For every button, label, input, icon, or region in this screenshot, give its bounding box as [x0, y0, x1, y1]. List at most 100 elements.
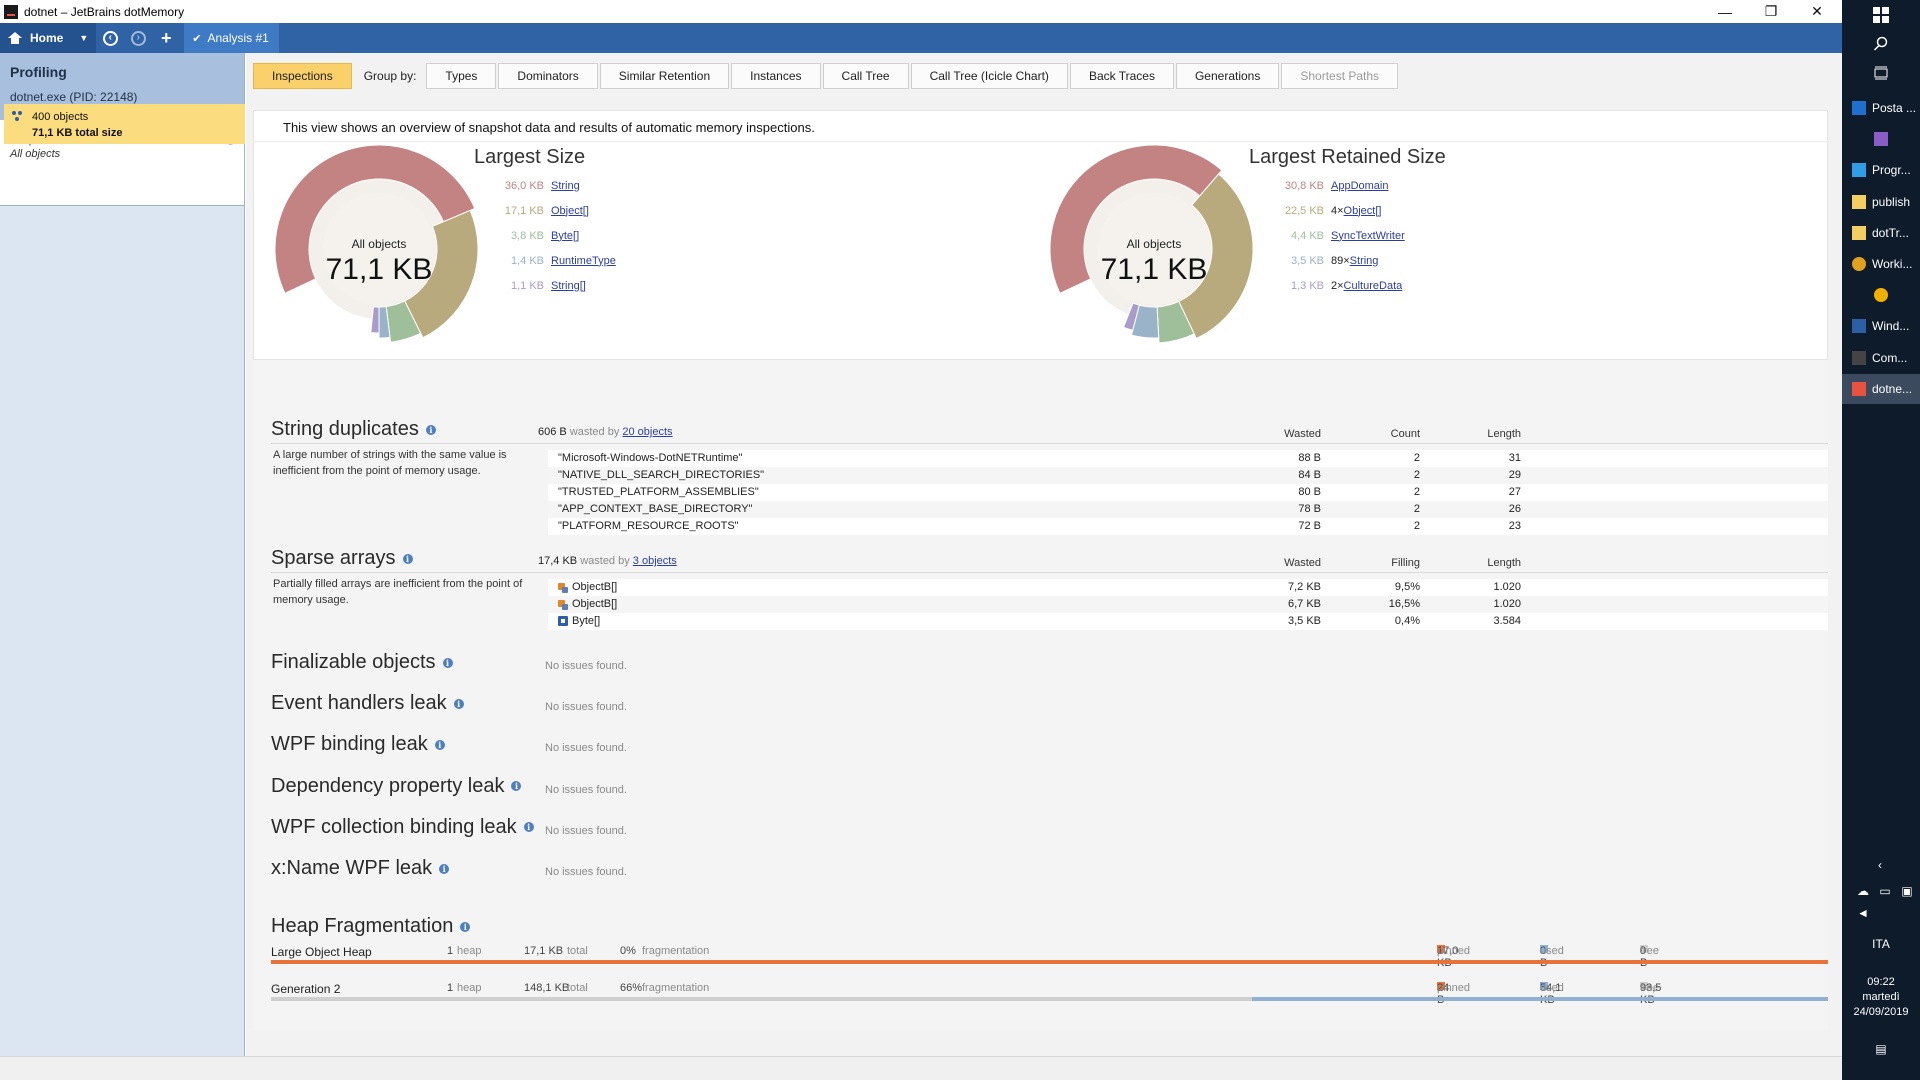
- minimize-button[interactable]: —: [1702, 0, 1748, 23]
- length-cell: 3.584: [1493, 615, 1521, 627]
- info-icon[interactable]: i: [434, 739, 445, 750]
- largest-size-legend-type-link[interactable]: String: [551, 180, 580, 192]
- table-row[interactable]: "APP_CONTEXT_BASE_DIRECTORY" 78 B 2 26: [548, 501, 1828, 518]
- tab-similar-retention[interactable]: Similar Retention: [599, 63, 730, 89]
- taskbar-app[interactable]: [1842, 280, 1920, 310]
- taskbar-app[interactable]: dotne...: [1842, 373, 1920, 404]
- largest-retained-legend-type-link[interactable]: Object[]: [1344, 205, 1382, 217]
- info-icon[interactable]: i: [442, 657, 453, 668]
- largest-size-center-label: All objects: [351, 237, 407, 251]
- heap-row[interactable]: Generation 2 1 heap 148,1 KB total 66% fragmen…: [271, 982, 1828, 1006]
- tab-types[interactable]: Types: [426, 63, 497, 89]
- heap-used-unit: used: [1540, 945, 1564, 957]
- heap-total-unit: total: [567, 945, 588, 957]
- clock[interactable]: 09:22 martedì 24/09/2019: [1842, 975, 1920, 1020]
- heap-pinned-unit: pinned: [1437, 982, 1471, 994]
- taskbar-app-label: Worki...: [1872, 257, 1913, 271]
- tab-back-traces[interactable]: Back Traces: [1069, 63, 1174, 89]
- largest-retained-legend-type-link[interactable]: String: [1350, 255, 1379, 267]
- home-button[interactable]: Home ▼: [0, 23, 97, 53]
- chevron-down-icon[interactable]: ▼: [79, 33, 88, 43]
- tab-call-tree-icicle[interactable]: Call Tree (Icicle Chart): [910, 63, 1068, 89]
- taskbar-app[interactable]: Wind...: [1842, 311, 1920, 341]
- wpf-collection-binding-leak-title: WPF collection binding leak i: [271, 816, 534, 839]
- tab-generations[interactable]: Generations: [1175, 63, 1280, 89]
- table-row[interactable]: Byte[] 3,5 KB 0,4% 3.584: [548, 613, 1828, 630]
- taskbar-app[interactable]: Posta ...: [1842, 93, 1920, 123]
- network-icon[interactable]: ▣: [1898, 884, 1916, 898]
- windows-start-icon[interactable]: [1871, 7, 1891, 27]
- plus-icon: +: [161, 27, 172, 48]
- col-header-length: Length: [1487, 557, 1521, 569]
- table-row[interactable]: "NATIVE_DLL_SEARCH_DIRECTORIES" 84 B 2 29: [548, 467, 1828, 484]
- largest-size-legend-type-link[interactable]: Object[]: [551, 205, 589, 217]
- largest-retained-legend-type-link[interactable]: CultureData: [1344, 280, 1403, 292]
- analysis-tab[interactable]: ✔ Analysis #1: [184, 23, 279, 53]
- task-view-icon[interactable]: [1871, 65, 1891, 85]
- tab-dominators[interactable]: Dominators: [498, 63, 598, 89]
- chevron-up-icon[interactable]: ‹: [1870, 858, 1890, 872]
- back-button[interactable]: ‹: [96, 23, 124, 53]
- largest-size-legend-item[interactable]: 3,8 KB Byte[]: [494, 223, 616, 248]
- wpf-binding-leak-title: WPF binding leak i: [271, 733, 445, 756]
- largest-size-legend-type-link[interactable]: String[]: [551, 280, 586, 292]
- largest-size-legend-item[interactable]: 1,1 KB String[]: [494, 273, 616, 298]
- info-icon[interactable]: i: [523, 822, 534, 833]
- largest-retained-legend-item[interactable]: 4,4 KB SyncTextWriter: [1274, 223, 1405, 248]
- info-icon[interactable]: i: [460, 921, 471, 932]
- largest-size-legend-type-link[interactable]: RuntimeType: [551, 255, 616, 267]
- table-row[interactable]: "Microsoft-Windows-DotNETRuntime" 88 B 2 31: [548, 450, 1828, 467]
- info-icon[interactable]: i: [453, 698, 464, 709]
- length-cell: 23: [1508, 520, 1521, 532]
- table-row[interactable]: "PLATFORM_RESOURCE_ROOTS" 72 B 2 23: [548, 518, 1828, 535]
- info-icon[interactable]: i: [439, 863, 450, 874]
- new-button[interactable]: +: [152, 23, 180, 53]
- tab-inspections[interactable]: Inspections: [253, 63, 352, 89]
- tab-call-tree[interactable]: Call Tree: [822, 63, 909, 89]
- close-button[interactable]: ✕: [1794, 0, 1840, 23]
- heap-total: 148,1 KB: [524, 982, 570, 994]
- event-handlers-leak-title: Event handlers leak i: [271, 692, 464, 715]
- largest-size-legend-item[interactable]: 36,0 KB String: [494, 173, 616, 198]
- heap-row[interactable]: Large Object Heap 1 heap 17,1 KB total 0% frag…: [271, 945, 1828, 969]
- length-cell: 1.020: [1493, 598, 1521, 610]
- onedrive-icon[interactable]: ☁: [1854, 884, 1872, 898]
- largest-retained-legend: 30,8 KB AppDomain 22,5 KB 4× Object[] 4,4 KB S…: [1274, 173, 1405, 298]
- battery-icon[interactable]: ▭: [1876, 884, 1894, 898]
- restore-button[interactable]: ❐: [1748, 0, 1794, 23]
- action-center-icon[interactable]: ▤: [1871, 1042, 1891, 1056]
- largest-retained-legend-item[interactable]: 22,5 KB 4× Object[]: [1274, 198, 1405, 223]
- volume-icon[interactable]: ◄: [1854, 906, 1872, 920]
- table-row[interactable]: "TRUSTED_PLATFORM_ASSEMBLIES" 80 B 2 27: [548, 484, 1828, 501]
- largest-retained-legend-type-link[interactable]: SyncTextWriter: [1331, 230, 1405, 242]
- largest-retained-legend-multiplier: 2×: [1331, 279, 1344, 292]
- largest-size-legend-item[interactable]: 17,1 KB Object[]: [494, 198, 616, 223]
- table-row[interactable]: ObjectВ[] 6,7 KB 16,5% 1.020: [548, 596, 1828, 613]
- heap-fragmentation-title: Heap Fragmentation i: [271, 915, 471, 938]
- taskbar-app-label: dotTr...: [1872, 225, 1909, 240]
- taskbar-app[interactable]: [1842, 124, 1920, 154]
- search-icon[interactable]: [1871, 36, 1891, 56]
- taskbar-app[interactable]: Progr...: [1842, 155, 1920, 185]
- tab-instances[interactable]: Instances: [731, 63, 821, 89]
- largest-size-legend-type-link[interactable]: Byte[]: [551, 230, 579, 242]
- taskbar-app[interactable]: dotTr...: [1842, 218, 1920, 248]
- taskbar-app[interactable]: publish: [1842, 187, 1920, 217]
- snapshot-card[interactable]: 400 objects 71,1 KB total size: [4, 104, 245, 144]
- info-icon[interactable]: i: [511, 781, 522, 792]
- heap-fragmentation: 0%: [620, 945, 636, 957]
- largest-retained-legend-type-link[interactable]: AppDomain: [1331, 180, 1388, 192]
- largest-retained-legend-item[interactable]: 30,8 KB AppDomain: [1274, 173, 1405, 198]
- taskbar-app[interactable]: Worki...: [1842, 249, 1920, 279]
- heap-used-unit: used: [1540, 982, 1564, 994]
- largest-size-legend-item[interactable]: 1,4 KB RuntimeType: [494, 248, 616, 273]
- heap-usage-bar: [271, 997, 1828, 1001]
- table-row[interactable]: ObjectВ[] 7,2 KB 9,5% 1.020: [548, 579, 1828, 596]
- language-indicator[interactable]: ITA: [1842, 937, 1920, 951]
- taskbar-app[interactable]: Com...: [1842, 343, 1920, 373]
- largest-retained-legend-item[interactable]: 3,5 KB 89× String: [1274, 248, 1405, 273]
- heap-count-unit: heap: [457, 945, 482, 957]
- largest-retained-legend-item[interactable]: 1,3 KB 2× CultureData: [1274, 273, 1405, 298]
- forward-button[interactable]: ›: [124, 23, 152, 53]
- profiling-title: Profiling: [10, 64, 67, 80]
